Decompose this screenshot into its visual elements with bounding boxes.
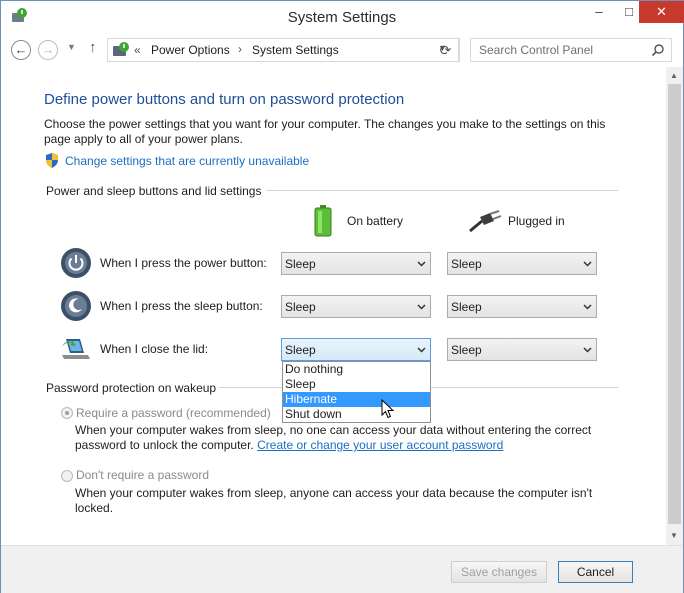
navigation-bar: ← → ▼ ↑ « Power Options › System Setting…: [1, 33, 683, 67]
window-title: System Settings: [287, 9, 397, 26]
dropdown-option-hibernate[interactable]: Hibernate: [283, 392, 430, 407]
address-bar[interactable]: « Power Options › System Settings ▼: [107, 38, 460, 62]
chevron-down-icon: [583, 347, 592, 353]
require-password-radio[interactable]: [61, 407, 73, 419]
power-button-battery-select[interactable]: Sleep: [281, 252, 431, 275]
no-password-radio[interactable]: [61, 470, 73, 482]
lid-action-dropdown-list: Do nothing Sleep Hibernate Shut down: [282, 361, 431, 423]
power-button-plugged-select[interactable]: Sleep: [447, 252, 597, 275]
battery-icon: [314, 205, 332, 237]
title-bar: System Settings – □ ✕: [1, 1, 684, 33]
control-panel-icon: [113, 42, 129, 56]
section-divider: [266, 190, 618, 191]
page-heading: Define power buttons and turn on passwor…: [44, 91, 405, 108]
chevron-down-icon: [583, 304, 592, 310]
search-input[interactable]: Search Control Panel: [479, 43, 593, 57]
scroll-down-icon[interactable]: ▼: [670, 531, 678, 540]
breadcrumb-separator-icon[interactable]: ›: [238, 42, 242, 56]
require-password-description: When your computer wakes from sleep, no …: [75, 423, 592, 452]
sleep-button-icon: [61, 291, 91, 321]
cancel-button[interactable]: Cancel: [558, 561, 633, 583]
breadcrumb-overflow-icon[interactable]: «: [134, 43, 141, 57]
up-button[interactable]: ↑: [89, 39, 97, 56]
vertical-scrollbar[interactable]: ▲ ▼: [666, 67, 683, 545]
chevron-down-icon: [417, 347, 426, 353]
save-changes-button[interactable]: Save changes: [451, 561, 547, 583]
sleep-button-plugged-select[interactable]: Sleep: [447, 295, 597, 318]
page-description: Choose the power settings that you want …: [44, 117, 606, 146]
chevron-down-icon: [417, 261, 426, 267]
chevron-down-icon: [583, 261, 592, 267]
require-password-label[interactable]: Require a password (recommended): [76, 406, 271, 420]
search-icon[interactable]: [651, 43, 665, 57]
dropdown-option-shut-down[interactable]: Shut down: [283, 407, 430, 422]
breadcrumb-system-settings[interactable]: System Settings: [252, 43, 339, 57]
close-button[interactable]: ✕: [639, 1, 684, 23]
no-password-label[interactable]: Don't require a password: [76, 468, 209, 482]
dialog-footer: Save changes Cancel: [1, 545, 683, 593]
chevron-down-icon: [417, 304, 426, 310]
back-button[interactable]: ←: [11, 40, 31, 60]
close-lid-plugged-select[interactable]: Sleep: [447, 338, 597, 361]
no-password-description: When your computer wakes from sleep, any…: [75, 486, 593, 515]
section-password-title: Password protection on wakeup: [46, 381, 217, 395]
section-power-buttons-title: Power and sleep buttons and lid settings: [46, 184, 262, 198]
sleep-button-label: When I press the sleep button:: [100, 299, 263, 313]
close-lid-battery-select[interactable]: Sleep: [281, 338, 431, 361]
column-on-battery: On battery: [347, 214, 404, 228]
recent-locations-icon[interactable]: ▼: [67, 42, 76, 52]
power-button-icon: [61, 248, 91, 278]
forward-button[interactable]: →: [38, 40, 58, 60]
change-settings-link[interactable]: Change settings that are currently unava…: [65, 154, 309, 168]
minimize-button[interactable]: –: [584, 1, 614, 23]
uac-shield-icon: [46, 153, 58, 168]
plug-icon: [469, 210, 502, 233]
sleep-button-battery-select[interactable]: Sleep: [281, 295, 431, 318]
laptop-lid-icon: [62, 339, 90, 359]
create-password-link[interactable]: Create or change your user account passw…: [257, 438, 503, 452]
dropdown-option-do-nothing[interactable]: Do nothing: [283, 362, 430, 377]
power-button-label: When I press the power button:: [100, 256, 267, 270]
scroll-up-icon[interactable]: ▲: [670, 71, 678, 80]
scrollbar-thumb[interactable]: [668, 84, 681, 524]
dropdown-option-sleep[interactable]: Sleep: [283, 377, 430, 392]
breadcrumb-power-options[interactable]: Power Options: [151, 43, 230, 57]
close-lid-label: When I close the lid:: [100, 342, 209, 356]
system-settings-window: System Settings – □ ✕ ← → ▼ ↑ « Power Op…: [0, 0, 684, 593]
column-plugged-in: Plugged in: [508, 214, 565, 228]
mouse-cursor-icon: [381, 399, 395, 419]
refresh-button[interactable]: ⟳: [433, 38, 459, 62]
search-box[interactable]: Search Control Panel: [470, 38, 672, 62]
